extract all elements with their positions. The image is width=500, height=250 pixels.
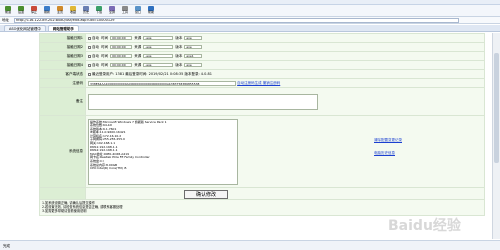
toolbar-back-button[interactable]: 后退 [15,6,27,15]
sysinfo-side-links: 清除配置变更记录 电脑历史信息 [374,138,402,156]
remark-textarea[interactable] [88,93,318,110]
browser-toolbar: 前进 后退 停止 刷新 主页 收藏 历史 下载 全屏 工具 窗口 帮助 [0,5,500,17]
reg-code-row: 注册码 338E64AA10000000000A0000000000000000… [39,78,485,88]
schedule-label: 接触日期2 [39,42,86,52]
time-input[interactable]: 00:00:00 [110,54,133,58]
clear-config-link[interactable]: 清除配置变更记录 [374,138,402,143]
auto-checkbox[interactable] [88,45,91,49]
reg-code-link[interactable]: 自动注册码生成 撤销注册码 [237,81,280,85]
remark-row: 备注 [39,87,485,116]
source-input[interactable]: .exe [143,63,174,67]
client-status-row: 客户端状态 最近登录用户: 1381 最后登录时间: 2019/02/21 0:… [39,69,485,79]
address-label: 地址 [2,17,9,22]
watermark-text: Baidu经验 [388,217,462,234]
version-input[interactable]: exe [184,45,203,49]
toolbar-tools-button[interactable]: 工具 [119,6,131,15]
toolbar-stop-button[interactable]: 停止 [28,6,40,15]
schedule-label: 接触日期4 [39,60,86,70]
sysinfo-label: 系统信息 [39,115,86,188]
schedule-row-2: 接触日期2 自动 时间 00:00:00 来源 .exe 版本 exe [39,42,485,52]
page-content: 接触日期1 自动 时间 00:00:00 来源 .exe 版本 exe 接触日期2 自… [3,33,488,239]
baidu-watermark: Baidu经验 [388,217,462,234]
confirm-submit-button[interactable]: 确认修改 [184,189,228,199]
sysinfo-textarea[interactable]: 操作系统:Microsoft Windows 7 旗舰版 Service Pac… [88,118,238,185]
auto-checkbox[interactable] [88,63,91,67]
vertical-scrollbar[interactable] [492,33,500,239]
remark-label: 备注 [39,87,86,116]
schedule-row-1: 接触日期1 自动 时间 00:00:00 来源 .exe 版本 exe [39,33,485,43]
sysinfo-row: 系统信息 操作系统:Microsoft Windows 7 旗舰版 Servic… [39,115,485,188]
address-input[interactable]: http://116.122.89.202:8080/usr/edit.asp?… [14,17,459,23]
toolbar-favorites-button[interactable]: 收藏 [67,6,79,15]
toolbar-refresh-button[interactable]: 刷新 [41,6,53,15]
version-input[interactable]: exe [184,63,203,67]
reg-code-input[interactable]: 338E64AA10000000000A00000000000000000000… [88,80,236,86]
scrollbar-thumb[interactable] [494,53,499,163]
toolbar-forward-button[interactable]: 前进 [2,6,14,15]
version-input[interactable]: exe [184,36,203,40]
schedule-row-4: 接触日期4 自动 时间 00:00:00 来源 .exe 版本 exe [39,60,485,70]
schedule-label: 接触日期3 [39,51,86,61]
toolbar-history-button[interactable]: 历史 [80,6,92,15]
client-checkbox[interactable] [88,72,91,76]
auto-checkbox[interactable] [88,54,91,58]
client-status-label: 客户端状态 [39,69,86,79]
toolbar-download-button[interactable]: 下载 [93,6,105,15]
address-bar: 地址 http://116.122.89.202:8080/usr/edit.a… [0,17,500,24]
schedule-label: 接触日期1 [39,33,86,43]
tab-bar: ASO优化网站管理中 网站管理助手 [0,25,500,32]
tab-site-manager[interactable]: 网站管理助手 [47,25,79,31]
reg-code-label: 注册码 [39,78,86,88]
source-input[interactable]: .exe [143,54,174,58]
client-status-text: 最近登录用户: 1381 最后登录时间: 2019/02/21 0:08:35 … [92,71,212,76]
submit-row: 确认修改 [39,187,485,200]
source-input[interactable]: .exe [143,45,174,49]
status-bar: 完成 [0,240,500,250]
version-input[interactable]: exe1 [184,54,203,58]
time-input[interactable]: 00:00:00 [110,63,133,67]
time-input[interactable]: 00:00:00 [110,45,133,49]
edit-form: 接触日期1 自动 时间 00:00:00 来源 .exe 版本 exe 接触日期2 自… [39,33,485,216]
auto-checkbox[interactable] [88,36,91,40]
toolbar-home-button[interactable]: 主页 [54,6,66,15]
source-input[interactable]: .exe [143,36,174,40]
pc-history-link[interactable]: 电脑历史信息 [374,151,402,156]
toolbar-fullscreen-button[interactable]: 全屏 [106,6,118,15]
schedule-row-3: 接触日期3 自动 时间 00:00:00 来源 .exe 版本 exe1 [39,51,485,61]
toolbar-window-button[interactable]: 窗口 [132,6,144,15]
time-input[interactable]: 00:00:00 [110,36,133,40]
toolbar-help-button[interactable]: 帮助 [145,6,157,15]
tab-aso[interactable]: ASO优化网站管理中 [4,25,46,31]
